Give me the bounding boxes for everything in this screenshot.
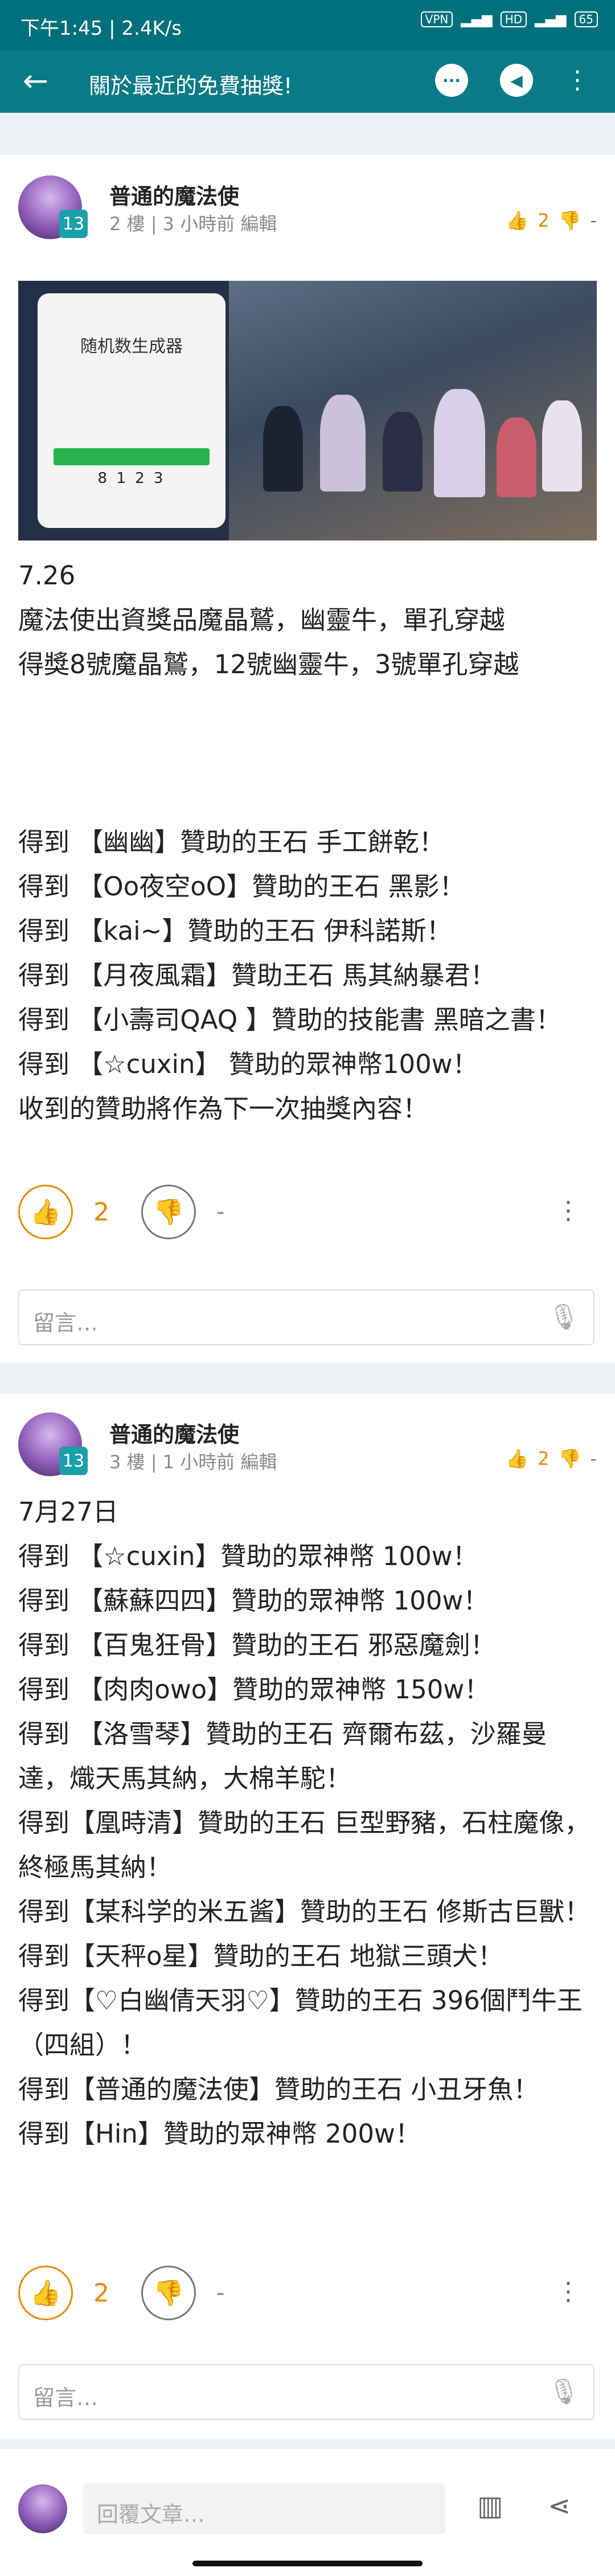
post-vote-summary: 👍 2 👎 - [506,210,597,231]
level-badge: 13 [59,1447,88,1475]
microphone-icon[interactable]: 🎙 [548,2377,580,2406]
post-content: 7.26 魔法使出資獎品魔晶鷲，幽靈牛，單孔穿越 得獎8號魔晶鷲，12號幽靈牛，… [18,554,597,1131]
hd-icon: HD [500,11,527,27]
content-line: 得到 【洛雪琴】贊助的王石 齊爾布茲，沙羅曼達，熾天馬其納，大棉羊駝！ [18,1719,547,1793]
bottom-reply-bar: 回覆文章… ▥ ⋖ [0,2449,615,2576]
reply-post-floor-2: 13 普通的魔法使 2 樓 | 3 小時前 編輯 👍 2 👎 - 随机数生成器 … [0,155,615,1362]
post-meta: 3 樓 | 1 小時前 編輯 [109,1451,277,1473]
content-line: 得到 【Oo夜空oO】贊助的王石 黑影！ [18,871,465,902]
status-time: 下午1:45 | 2.4K/s [20,17,182,40]
back-arrow-icon[interactable]: ← [23,64,48,98]
thumbs-up-icon[interactable]: 👍 [506,1448,528,1469]
content-line [18,776,597,820]
page-title: 關於最近的免費抽獎! [89,73,293,99]
reply-placeholder: 回覆文章… [97,2502,206,2527]
gp-button[interactable]: 👍 [18,1185,73,1239]
content-line: 得到 【肉肉owo】贊助的眾神幣 150w！ [18,1674,490,1705]
username[interactable]: 普通的魔法使 [109,179,239,210]
content-line: 得到【某科学的米五酱】贊助的王石 修斯古巨獸！ [18,1897,591,1927]
content-line: 得到 【☆cuxin】贊助的眾神幣 100w！ [18,1541,478,1571]
speaker-icon[interactable]: ◀ [500,64,533,97]
signal-icon-2: ▂▄▆ [535,11,567,27]
gp-count: 2 [538,1448,550,1469]
thumbs-down-icon: 👎 [153,2279,184,2308]
post-meta: 2 樓 | 3 小時前 編輯 [109,213,277,235]
vote-bar: 👍 2 👎 - [18,1185,224,1239]
thumbs-down-icon[interactable]: 👎 [559,210,581,231]
bp-count: - [590,210,597,231]
content-line: 得到 【月夜風霜】贊助王石 馬其納暴君！ [18,960,496,990]
comment-placeholder: 留言… [33,1310,99,1336]
post-image[interactable]: 随机数生成器 8 1 2 3 [18,281,597,540]
gp-count: 2 [93,2278,109,2308]
appbar-actions: ··· ◀ ⋮ [435,64,590,97]
layout-toggle-icon[interactable]: ▥ [477,2490,503,2522]
gp-count: 2 [93,1197,109,1227]
reply-input[interactable]: 回覆文章… [83,2483,445,2534]
my-avatar [18,2484,67,2533]
home-indicator [192,2561,423,2566]
thumbs-up-icon[interactable]: 👍 [506,210,528,231]
content-line: 魔法使出資獎品魔晶鷲，幽靈牛，單孔穿越 [18,605,506,635]
content-line [18,687,597,731]
gp-button[interactable]: 👍 [18,2266,73,2320]
post-content: 7月27日 得到 【☆cuxin】贊助的眾神幣 100w！ 得到 【蘇蘇四四】贊… [18,1490,597,2156]
thumbs-down-icon[interactable]: 👎 [559,1448,581,1469]
content-line: 得到 【百鬼狂骨】贊助的王石 邪惡魔劍！ [18,1630,496,1660]
bp-button[interactable]: 👎 [141,2266,196,2320]
thumbs-up-icon: 👍 [30,1198,62,1227]
content-line: 7.26 [18,560,76,591]
bp-count: - [216,1199,225,1225]
image-game-scene [229,281,597,540]
thumbs-down-icon: 👎 [153,1198,184,1227]
content-line [18,731,597,776]
content-line: 7月27日 [18,1497,118,1527]
level-badge: 13 [59,210,88,238]
content-line: 得到 【蘇蘇四四】贊助的眾神幣 100w！ [18,1586,489,1616]
content-line: 得到【♡白幽倩天羽♡】贊助的王石 396個鬥牛王（四組）！ [18,1985,583,2060]
content-line: 得到【普通的魔法使】贊助的王石 小丑牙魚！ [18,2074,539,2104]
image-generate-button [54,448,210,465]
gp-count: 2 [538,210,550,231]
username[interactable]: 普通的魔法使 [109,1417,239,1448]
post-vote-summary: 👍 2 👎 - [506,1448,597,1469]
content-line: 得到 【幽幽】贊助的王石 手工餅乾！ [18,827,445,857]
reply-post-floor-3: 13 普通的魔法使 3 樓 | 1 小時前 編輯 👍 2 👎 - 7月27日 得… [0,1394,615,2439]
post-more-icon[interactable]: ⋮ [556,2277,581,2306]
image-app-title: 随机数生成器 [80,337,183,357]
post-more-icon[interactable]: ⋮ [556,1196,581,1225]
chat-icon[interactable]: ··· [435,64,468,97]
vpn-icon: VPN [420,11,453,27]
content-line: 得到 【小壽司QAQ 】贊助的技能書 黑暗之書！ [18,1005,561,1035]
thumbs-up-icon: 👍 [30,2279,62,2308]
content-line: 收到的贊助將作為下一次抽獎內容！ [18,1094,429,1124]
content-line: 得到【天秤o星】贊助的王石 地獄三頭犬！ [18,1941,503,1971]
comment-placeholder: 留言… [33,2385,99,2410]
more-menu-icon[interactable]: ⋮ [565,64,590,97]
vote-bar: 👍 2 👎 - [18,2266,224,2320]
image-phone-screen: 随机数生成器 8 1 2 3 [38,293,226,528]
app-bar: ← 關於最近的免費抽獎! ··· ◀ ⋮ [0,50,615,113]
image-result: 8 1 2 3 [97,470,166,487]
content-line: 得到【Hin】贊助的眾神幣 200w！ [18,2119,421,2149]
share-icon[interactable]: ⋖ [548,2490,571,2522]
content-line: 得到 【☆cuxin】 贊助的眾神幣100w！ [18,1049,478,1079]
signal-icon: ▂▄▆ [461,11,493,27]
bp-count: - [216,2280,225,2306]
microphone-icon[interactable]: 🎙 [548,1302,580,1332]
bp-button[interactable]: 👎 [141,1185,196,1239]
battery-icon: 65 [574,11,598,27]
comment-input[interactable]: 留言… 🎙 [18,1289,594,1345]
comment-input[interactable]: 留言… 🎙 [18,2364,594,2420]
content-line: 得到【凰時清】贊助的王石 巨型野豬，石柱魔像，終極馬其納！ [18,1808,591,1882]
content-line: 得到 【kai~】贊助的王石 伊科諾斯！ [18,916,452,946]
status-icons: VPN ▂▄▆ HD ▂▄▆ 65 [420,11,598,27]
bp-count: - [590,1448,597,1469]
status-bar: 下午1:45 | 2.4K/s VPN ▂▄▆ HD ▂▄▆ 65 [0,0,615,50]
content-line: 得獎8號魔晶鷲，12號幽靈牛，3號單孔穿越 [18,649,519,679]
